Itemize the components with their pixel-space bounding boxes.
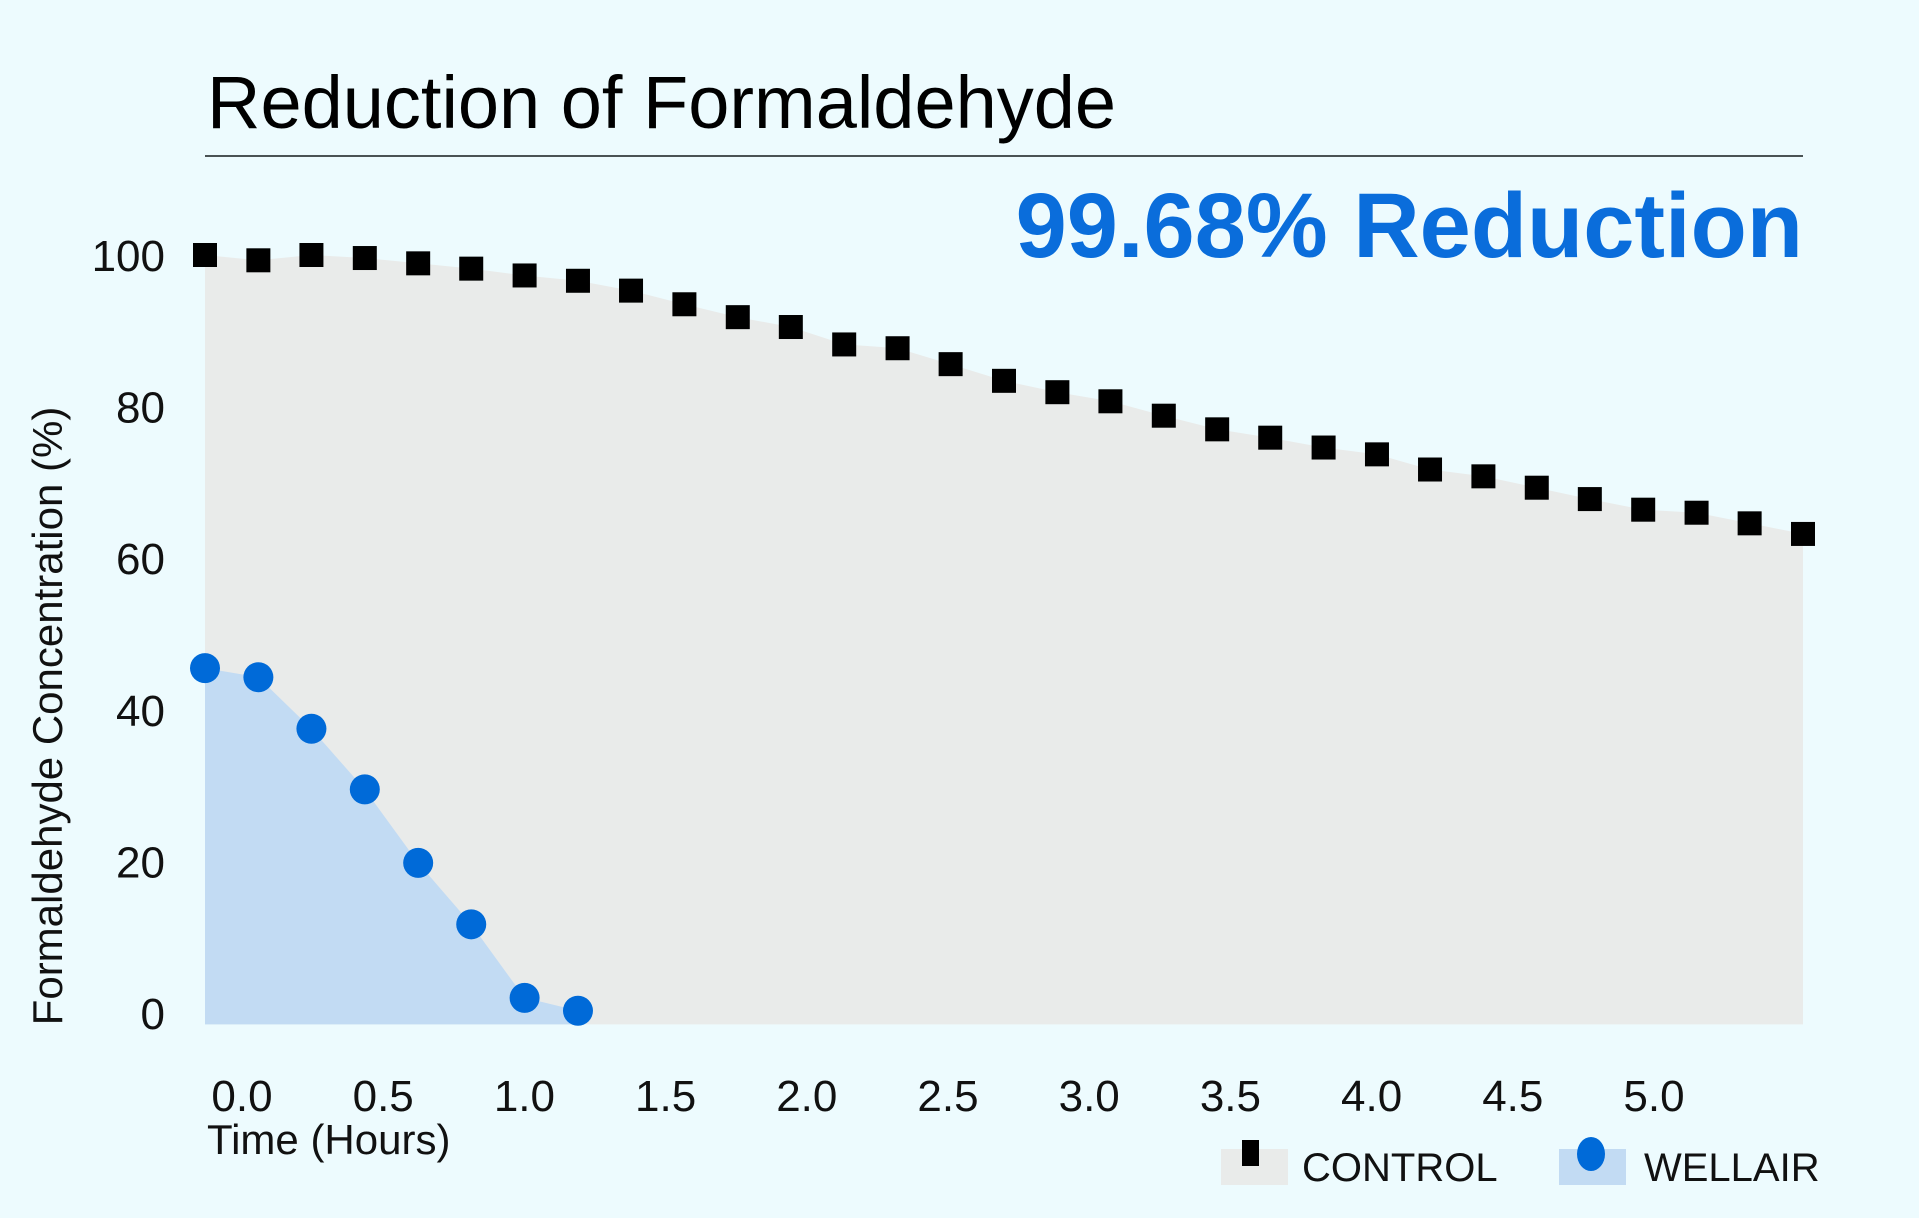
control-point (1045, 380, 1070, 405)
control-point (725, 305, 750, 330)
control-point (1311, 435, 1336, 460)
control-point (1418, 457, 1443, 482)
wellair-point (349, 774, 380, 805)
control-point (565, 268, 590, 293)
control-point (459, 256, 484, 281)
legend-control-label: CONTROL (1302, 1146, 1498, 1190)
wellair-point (243, 662, 274, 693)
control-point (1364, 442, 1389, 467)
wellair-point (403, 847, 434, 878)
x-tick-label: 4.0 (1341, 1072, 1402, 1121)
control-point (193, 243, 217, 267)
control-point (1791, 521, 1815, 546)
y-tick-label: 20 (116, 838, 165, 887)
y-tick-label: 0 (141, 990, 165, 1039)
legend: CONTROL WELLAIR (1221, 1137, 1820, 1190)
legend-control-marker (1242, 1140, 1259, 1166)
control-point (885, 336, 910, 361)
y-tick-label: 80 (116, 384, 165, 433)
control-point (1205, 417, 1230, 442)
y-axis-ticks: 100 80 60 40 20 0 (92, 232, 165, 1039)
x-tick-label: 1.5 (635, 1072, 696, 1121)
control-point (406, 251, 431, 276)
control-point (672, 292, 697, 317)
control-point (1577, 487, 1602, 512)
control-point (1151, 403, 1176, 428)
control-point (1524, 475, 1549, 500)
x-axis-label: Time (Hours) (207, 1116, 450, 1163)
chart-title: Reduction of Formaldehyde (207, 61, 1116, 144)
control-point (299, 243, 324, 267)
control-point (1258, 425, 1283, 450)
wellair-point (296, 713, 327, 744)
wellair-point (190, 653, 220, 684)
control-point (1737, 511, 1762, 536)
control-point (619, 278, 644, 303)
control-point (512, 263, 537, 288)
x-tick-label: 4.5 (1482, 1072, 1543, 1121)
control-point (1684, 500, 1709, 525)
control-point (1098, 389, 1123, 414)
x-tick-label: 1.0 (494, 1072, 555, 1121)
x-tick-label: 0.0 (211, 1072, 272, 1121)
control-point (938, 352, 963, 377)
legend-wellair-label: WELLAIR (1644, 1146, 1820, 1190)
x-tick-label: 2.0 (776, 1072, 837, 1121)
wellair-point (456, 909, 487, 940)
control-point (832, 332, 857, 357)
control-point (246, 248, 271, 273)
control-point (992, 368, 1016, 393)
y-tick-label: 40 (116, 687, 165, 736)
wellair-point (509, 982, 540, 1013)
control-point (1631, 497, 1656, 522)
y-tick-label: 60 (116, 535, 165, 584)
control-point (352, 246, 377, 271)
x-tick-label: 2.5 (917, 1072, 978, 1121)
legend-item-control: CONTROL (1221, 1140, 1498, 1190)
y-axis-label: Formaldehyde Concentration (%) (24, 407, 71, 1026)
reduction-annotation: 99.68% Reduction (1016, 175, 1803, 277)
control-point (778, 315, 803, 340)
x-tick-label: 3.5 (1200, 1072, 1261, 1121)
x-axis-ticks: 0.0 0.5 1.0 1.5 2.0 2.5 3.0 3.5 4.0 4.5 5.0 (211, 1072, 1684, 1121)
wellair-point (562, 995, 593, 1026)
legend-wellair-marker (1577, 1137, 1605, 1171)
x-tick-label: 0.5 (353, 1072, 414, 1121)
legend-item-wellair: WELLAIR (1559, 1137, 1820, 1190)
control-point (1471, 464, 1496, 489)
x-tick-label: 5.0 (1623, 1072, 1684, 1121)
y-tick-label: 100 (92, 232, 165, 281)
chart: Reduction of Formaldehyde 99.68% Reducti… (24, 61, 1820, 1190)
x-tick-label: 3.0 (1059, 1072, 1120, 1121)
